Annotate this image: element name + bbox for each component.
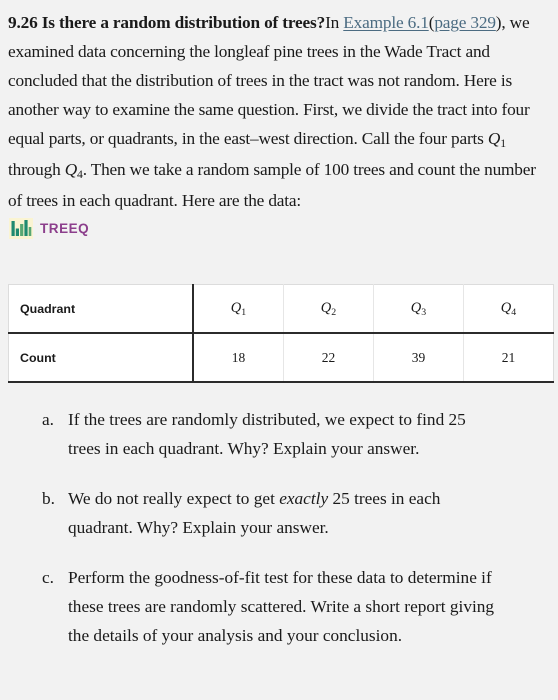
row-header-quadrant: Quadrant bbox=[8, 284, 194, 334]
dataset-reference[interactable]: TREEQ bbox=[9, 216, 548, 240]
dataset-label: TREEQ bbox=[40, 220, 90, 236]
stem-body-mid: through bbox=[8, 160, 65, 179]
exercise-stem: 9.26 Is there a random distribution of t… bbox=[8, 0, 548, 215]
part-text-a: If the trees are randomly distributed, w… bbox=[68, 410, 466, 458]
part-text-c: Perform the goodness-of-fit test for the… bbox=[68, 568, 495, 645]
stem-body: ), we examined data concerning the longl… bbox=[8, 13, 530, 148]
cell-count-1: 18 bbox=[193, 333, 284, 383]
exercise-page: 9.26 Is there a random distribution of t… bbox=[0, 0, 558, 700]
exercise-title: Is there a random distribution of trees? bbox=[41, 13, 326, 32]
cell-quadrant-1: Q1 bbox=[193, 284, 284, 334]
bar-chart-icon bbox=[9, 217, 33, 239]
table-row-quadrant: Quadrant Q1 Q2 Q3 Q4 bbox=[8, 284, 554, 334]
row-header-count: Count bbox=[8, 333, 194, 383]
stem-body-end: . Then we take a random sample of 100 tr… bbox=[8, 160, 536, 210]
list-item: c. Perform the goodness-of-fit test for … bbox=[8, 563, 548, 650]
quadrant-data-table: Quadrant Q1 Q2 Q3 Q4 Count 18 22 39 21 bbox=[8, 284, 554, 383]
cell-quadrant-3: Q3 bbox=[373, 284, 464, 334]
emphasis-exactly: exactly bbox=[279, 489, 329, 508]
part-marker-c: c. bbox=[42, 568, 54, 587]
part-text-b: We do not really expect to get exactly 2… bbox=[68, 489, 441, 537]
part-marker-b: b. bbox=[42, 489, 55, 508]
exercise-number: 9.26 bbox=[8, 13, 38, 32]
cell-count-3: 39 bbox=[373, 333, 464, 383]
cell-quadrant-4: Q4 bbox=[463, 284, 554, 334]
part-marker-a: a. bbox=[42, 410, 54, 429]
link-page-329[interactable]: page 329 bbox=[434, 13, 496, 32]
cell-count-2: 22 bbox=[283, 333, 374, 383]
link-example-6-1[interactable]: Example 6.1 bbox=[343, 13, 429, 32]
variable-q4: Q4 bbox=[64, 160, 83, 182]
table-row-count: Count 18 22 39 21 bbox=[8, 333, 554, 383]
variable-q1: Q1 bbox=[487, 129, 506, 151]
exercise-parts-list: a. If the trees are randomly distributed… bbox=[8, 405, 548, 650]
list-item: a. If the trees are randomly distributed… bbox=[8, 405, 548, 463]
cell-quadrant-2: Q2 bbox=[283, 284, 374, 334]
intro-connector: In bbox=[325, 13, 344, 32]
cell-count-4: 21 bbox=[463, 333, 554, 383]
list-item: b. We do not really expect to get exactl… bbox=[8, 484, 548, 542]
